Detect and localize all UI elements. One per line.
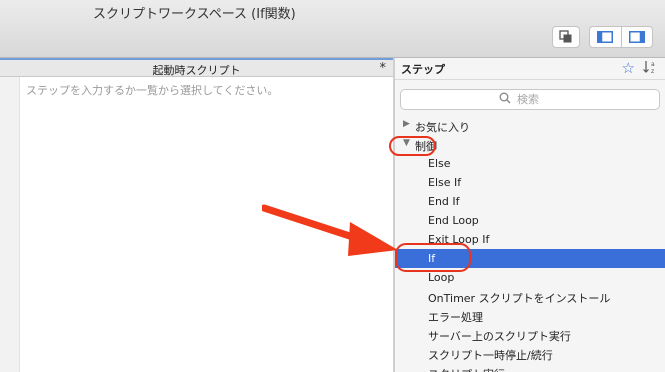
- category-favorites[interactable]: ▶ お気に入り: [395, 116, 665, 135]
- script-tab-title: 起動時スクリプト: [152, 64, 241, 77]
- step-item[interactable]: OnTimer スクリプトをインストール: [395, 287, 665, 306]
- copy-window-button[interactable]: [552, 26, 580, 48]
- editor-placeholder: ステップを入力するか一覧から選択してください。: [26, 84, 279, 97]
- annotation-ring-if: [395, 243, 471, 272]
- step-item[interactable]: End Loop: [395, 211, 665, 230]
- annotation-arrow: [262, 204, 398, 256]
- window-title: スクリプトワークスペース (If関数): [93, 7, 296, 22]
- step-item-label: サーバー上のスクリプト実行: [428, 330, 571, 343]
- step-item[interactable]: End If: [395, 192, 665, 211]
- step-item-label: エラー処理: [428, 311, 483, 324]
- sort-icon[interactable]: a z: [642, 59, 658, 78]
- svg-text:z: z: [651, 68, 654, 75]
- script-tab-modified-mark: *: [379, 61, 387, 76]
- step-item[interactable]: Else: [395, 154, 665, 173]
- copy-window-icon: [559, 30, 572, 43]
- category-label: お気に入り: [415, 121, 470, 134]
- steps-title: ステップ: [401, 63, 445, 76]
- left-panel-button[interactable]: [590, 27, 621, 47]
- step-item-label: End Loop: [428, 214, 479, 227]
- steps-header: ステップ ☆ a z: [395, 58, 665, 80]
- script-tab[interactable]: 起動時スクリプト *: [0, 58, 393, 77]
- step-item[interactable]: サーバー上のスクリプト実行: [395, 325, 665, 344]
- line-gutter: [0, 77, 20, 372]
- annotation-ring-category: [389, 136, 436, 156]
- step-item-label: スクリプト実行: [428, 366, 505, 372]
- step-item-label: Else: [428, 157, 451, 170]
- right-panel-icon: [628, 31, 645, 43]
- title-bar: スクリプトワークスペース (If関数): [0, 0, 665, 58]
- search-input[interactable]: [517, 92, 637, 107]
- step-item-label: Loop: [428, 271, 455, 284]
- step-item-label: Else If: [428, 176, 462, 189]
- panel-toggle-group: [589, 26, 653, 48]
- step-item[interactable]: エラー処理: [395, 306, 665, 325]
- left-panel-icon: [597, 31, 614, 43]
- step-item[interactable]: スクリプト一時停止/続行: [395, 344, 665, 363]
- right-panel-button[interactable]: [620, 27, 653, 47]
- star-icon[interactable]: ☆: [622, 59, 635, 77]
- step-item[interactable]: スクリプト実行: [395, 363, 665, 372]
- disclosure-triangle-icon[interactable]: ▶: [403, 119, 410, 129]
- search-icon: [499, 92, 511, 104]
- step-item-label: スクリプト一時停止/続行: [428, 349, 553, 362]
- step-item[interactable]: Else If: [395, 173, 665, 192]
- step-search-field[interactable]: [400, 89, 660, 110]
- step-item-label: End If: [428, 195, 460, 208]
- step-item-label: OnTimer スクリプトをインストール: [428, 292, 611, 305]
- svg-text:a: a: [651, 61, 655, 68]
- steps-panel: ステップ ☆ a z ▶お気に入り▼制御ElseElse IfEnd IfEnd…: [395, 58, 665, 372]
